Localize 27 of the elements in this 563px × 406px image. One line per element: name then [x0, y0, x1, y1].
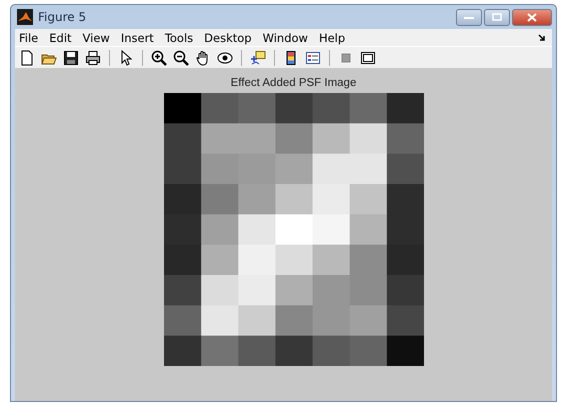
close-button[interactable]: [512, 8, 552, 26]
menu-item[interactable]: Insert: [120, 30, 154, 44]
maximize-icon: [492, 13, 502, 21]
menu-item[interactable]: Window: [262, 30, 308, 44]
close-icon: [527, 12, 537, 22]
dock-icon[interactable]: [538, 34, 546, 42]
data-cursor-icon[interactable]: [250, 50, 266, 66]
window-title: Figure 5: [38, 10, 86, 24]
menu-item[interactable]: Desktop: [204, 30, 252, 44]
maximize-button[interactable]: [484, 8, 510, 26]
rotate-icon[interactable]: [217, 50, 233, 66]
zoom-out-icon[interactable]: [173, 50, 189, 66]
new-file-icon[interactable]: [19, 50, 35, 66]
menu-item[interactable]: Help: [318, 30, 346, 44]
minimize-button[interactable]: [456, 8, 482, 26]
print-icon[interactable]: [85, 50, 101, 66]
menu-item[interactable]: View: [82, 30, 110, 44]
menu-item[interactable]: Tools: [164, 30, 194, 44]
menu-item[interactable]: Edit: [49, 30, 72, 44]
minimize-icon: [464, 15, 474, 19]
legend-icon[interactable]: [305, 50, 321, 66]
save-icon[interactable]: [63, 50, 79, 66]
menu-item[interactable]: File: [19, 30, 38, 44]
rectangle-icon[interactable]: [360, 50, 376, 66]
logo-icon: [17, 9, 33, 25]
axes-title: Effect Added PSF Image: [230, 77, 356, 89]
zoom-in-icon[interactable]: [151, 50, 167, 66]
